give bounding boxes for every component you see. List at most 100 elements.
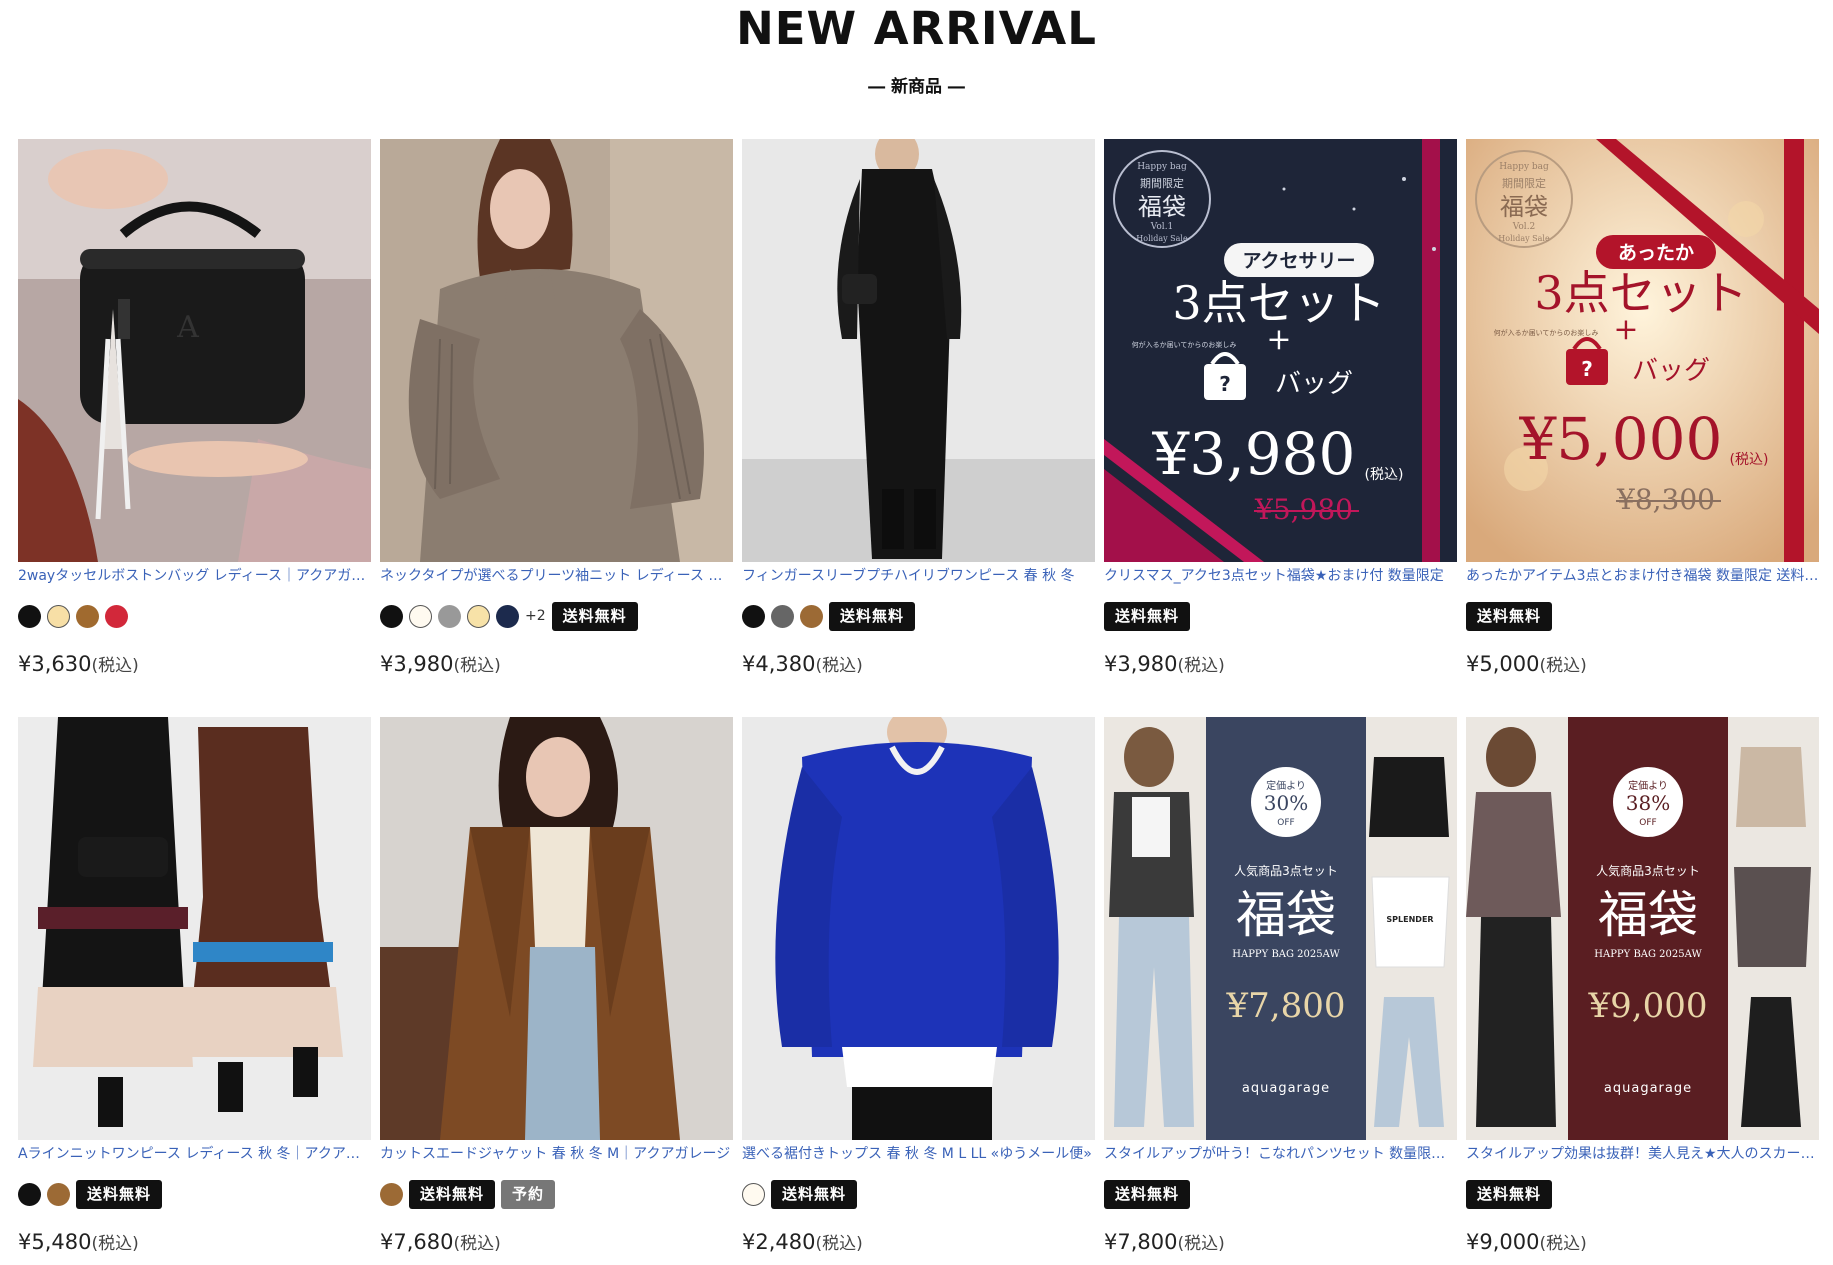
preorder-badge: 予約 (501, 1179, 556, 1209)
product-meta: 送料無料 (18, 1179, 371, 1209)
banner-bag-note: 何が入るか届いてからのお楽しみ (1132, 340, 1237, 349)
banner-bag-note: 何が入るか届いてからのお楽しみ (1494, 328, 1599, 337)
price-amount: ¥3,630 (18, 652, 92, 676)
banner-plus: + (1266, 322, 1291, 357)
seal-main-text: 福袋 (1500, 193, 1548, 221)
color-swatch[interactable] (105, 604, 128, 628)
product-meta: +2 送料無料 (380, 601, 733, 631)
product-price: ¥3,980(税込) (1104, 649, 1225, 679)
seal-vol-text: Vol.1 (1150, 222, 1174, 232)
seal-bottom-text: Holiday Sale (1498, 234, 1550, 243)
product-name[interactable]: あったかアイテム3点とおまけ付き福袋 数量限定 送料無料 (1466, 565, 1819, 587)
product-meta: 送料無料 (742, 1179, 1095, 1209)
discount-value: 38% (1626, 791, 1670, 815)
banner-main: 福袋 (1236, 886, 1336, 944)
product-name[interactable]: フィンガースリーブプチハイリブワンピース 春 秋 冬 (742, 565, 1095, 587)
discount-value: 30% (1264, 791, 1308, 815)
price-tax-label: (税込) (453, 656, 501, 676)
product-image-suede-jacket[interactable] (380, 717, 733, 1140)
color-swatch[interactable] (771, 604, 794, 628)
product-price: ¥3,980(税込) (380, 649, 501, 679)
free-shipping-badge: 送料無料 (771, 1179, 858, 1209)
color-swatch[interactable] (742, 604, 765, 628)
product-price: ¥7,800(税込) (1104, 1227, 1225, 1257)
product-image-accessory-lucky-bag[interactable]: Happy bag 期間限定 福袋 Vol.1 Holiday Sale アクセ… (1104, 139, 1457, 562)
product-price: ¥9,000(税込) (1466, 1227, 1587, 1257)
color-swatch[interactable] (800, 604, 823, 628)
price-amount: ¥9,000 (1466, 1230, 1540, 1254)
product-image-rib-dress[interactable] (742, 139, 1095, 562)
product-image-blue-knit[interactable] (742, 717, 1095, 1140)
page-title: NEW ARRIVAL (736, 2, 1097, 55)
price-tax-label: (税込) (453, 1234, 501, 1254)
color-swatch[interactable] (76, 604, 99, 628)
brand-logo: aquagarage (1242, 1081, 1330, 1096)
question-icon: ? (1581, 357, 1593, 381)
product-price: ¥3,630(税込) (18, 649, 139, 679)
seal-vol-text: Vol.2 (1512, 222, 1536, 232)
product-image-knit-dress[interactable] (18, 717, 371, 1140)
color-swatch[interactable] (18, 604, 41, 628)
color-swatch[interactable] (47, 604, 70, 628)
seal-bottom-text: Holiday Sale (1136, 234, 1188, 243)
product-meta: 送料無料 (742, 601, 1095, 631)
color-swatch[interactable] (380, 604, 403, 628)
banner-old-price: ¥5,980 (1254, 493, 1353, 526)
banner-bag-text: バッグ (1632, 356, 1710, 386)
color-swatch[interactable] (742, 1182, 765, 1206)
color-swatch[interactable] (496, 604, 519, 628)
banner-bag-text: バッグ (1275, 369, 1353, 399)
product-image-handbag[interactable]: A (18, 139, 371, 562)
banner-tag: あったか (1618, 242, 1694, 264)
banner-price: ¥9,000 (1588, 986, 1708, 1026)
product-meta: 送料無料 (1104, 1179, 1457, 1209)
color-swatch[interactable] (467, 604, 490, 628)
price-tax-label: (税込) (1177, 656, 1225, 676)
product-name[interactable]: スタイルアップが叶う！こなれパンツセット 数量限定 福袋 (1104, 1143, 1457, 1165)
product-price: ¥5,480(税込) (18, 1227, 139, 1257)
product-name[interactable]: カットスエードジャケット 春 秋 冬 M｜アクアガレージ (380, 1143, 733, 1165)
banner-sub: HAPPY BAG 2025AW (1594, 949, 1702, 960)
seal-top-text: Happy bag (1137, 162, 1187, 172)
seal-main-text: 福袋 (1138, 193, 1186, 221)
product-image-skirt-set[interactable]: 定価より 38% OFF 人気商品3点セット 福袋 HAPPY BAG 2025… (1466, 717, 1819, 1140)
product-name[interactable]: 選べる裾付きトップス 春 秋 冬 M L LL «ゆうメール便» (742, 1143, 1095, 1165)
banner-sub: HAPPY BAG 2025AW (1232, 949, 1340, 960)
banner-price: ¥5,000 (1519, 405, 1723, 473)
color-swatch[interactable] (18, 1182, 41, 1206)
price-tax-label: (税込) (1177, 1234, 1225, 1254)
price-tax-label: (税込) (1539, 656, 1587, 676)
product-meta: 送料無料 (1466, 1179, 1819, 1209)
product-name[interactable]: Aラインニットワンピース レディース 秋 冬｜アクアガレージ (18, 1143, 371, 1165)
brand-logo: aquagarage (1604, 1081, 1692, 1096)
free-shipping-badge: 送料無料 (76, 1179, 163, 1209)
price-amount: ¥7,800 (1104, 1230, 1178, 1254)
product-name[interactable]: クリスマス_アクセ3点セット福袋★おまけ付 数量限定 (1104, 565, 1457, 587)
color-swatch[interactable] (47, 1182, 70, 1206)
product-image-warm-lucky-bag[interactable]: Happy bag 期間限定 福袋 Vol.2 Holiday Sale あった… (1466, 139, 1819, 562)
banner-price: ¥7,800 (1226, 986, 1346, 1026)
free-shipping-badge: 送料無料 (551, 601, 638, 631)
price-tax-label: (税込) (815, 656, 863, 676)
svg-text:A: A (176, 310, 199, 345)
product-image-knit[interactable] (380, 139, 733, 562)
product-image-pants-set[interactable]: 定価より 30% OFF 人気商品3点セット 福袋 HAPPY BAG 2025… (1104, 717, 1457, 1140)
color-swatch[interactable] (380, 1182, 403, 1206)
price-tax-label: (税込) (91, 1234, 139, 1254)
color-swatch[interactable] (409, 604, 432, 628)
price-amount: ¥4,380 (742, 652, 816, 676)
set-line: 人気商品3点セット (1234, 863, 1338, 878)
price-tax-label: (税込) (815, 1234, 863, 1254)
free-shipping-badge: 送料無料 (1466, 601, 1553, 631)
tee-print-text: SPLENDER (1386, 915, 1433, 924)
color-swatch[interactable] (438, 604, 461, 628)
discount-bottom: OFF (1639, 818, 1656, 828)
product-grid: A 2wayタッセルボストンバッグ レディース｜アクアガレージ ¥3,630(税… (18, 139, 1819, 1265)
discount-bottom: OFF (1277, 818, 1294, 828)
banner-price: ¥3,980 (1152, 420, 1356, 488)
product-meta: 送料無料 予約 (380, 1179, 733, 1209)
product-name[interactable]: 2wayタッセルボストンバッグ レディース｜アクアガレージ (18, 565, 371, 587)
product-name[interactable]: ネックタイプが選べるプリーツ袖ニット レディース 秋 冬 (380, 565, 733, 587)
price-amount: ¥3,980 (1104, 652, 1178, 676)
product-name[interactable]: スタイルアップ効果は抜群！美人見え★大人のスカートセット (1466, 1143, 1819, 1165)
